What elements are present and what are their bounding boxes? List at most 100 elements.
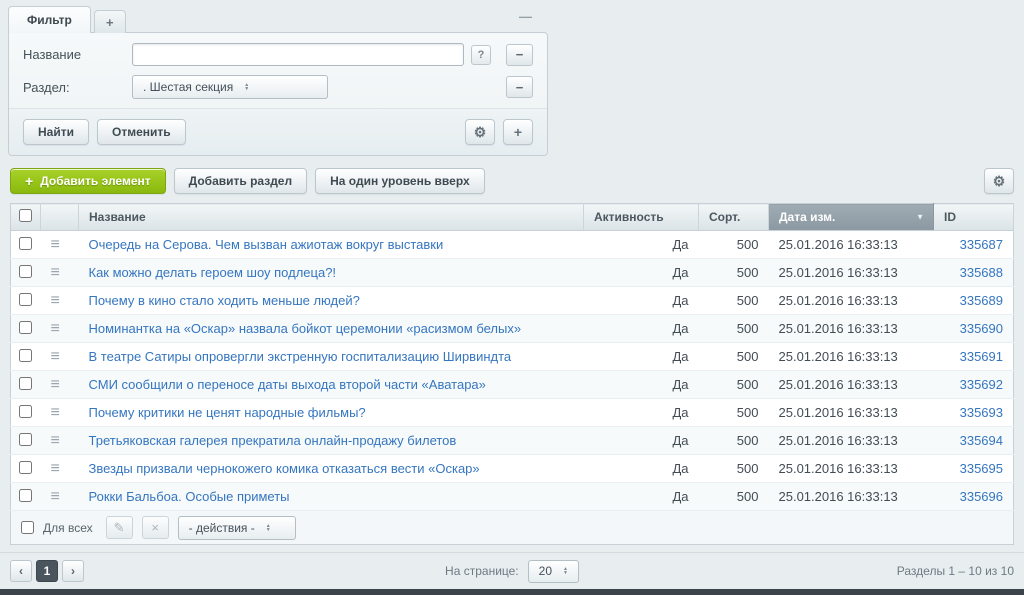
row-menu-icon[interactable]: ≡ xyxy=(51,404,60,421)
item-title-link[interactable]: Звезды призвали чернокожего комика отказ… xyxy=(89,461,480,476)
delete-rows-button[interactable]: × xyxy=(142,516,169,539)
row-checkbox[interactable] xyxy=(19,433,32,446)
row-checkbox[interactable] xyxy=(19,405,32,418)
row-checkbox[interactable] xyxy=(19,377,32,390)
item-id-link[interactable]: 335693 xyxy=(960,405,1003,420)
add-section-button[interactable]: Добавить раздел xyxy=(174,168,307,194)
table-row: ≡ Как можно делать героем шоу подлеца?! … xyxy=(11,259,1014,287)
item-id-link[interactable]: 335694 xyxy=(960,433,1003,448)
level-up-button[interactable]: На один уровень вверх xyxy=(315,168,485,194)
item-id-link[interactable]: 335690 xyxy=(960,321,1003,336)
row-menu-icon[interactable]: ≡ xyxy=(51,348,60,365)
actions-select[interactable]: - действия - ▲▼ xyxy=(178,516,296,540)
row-menu-icon[interactable]: ≡ xyxy=(51,432,60,449)
remove-section-filter-button[interactable]: − xyxy=(506,76,533,98)
item-active-value: Да xyxy=(584,343,699,371)
item-title-link[interactable]: В театре Сатиры опровергли экстренную го… xyxy=(89,349,512,364)
item-id-link[interactable]: 335691 xyxy=(960,349,1003,364)
item-sort-value: 500 xyxy=(699,315,769,343)
find-button[interactable]: Найти xyxy=(23,119,89,145)
add-element-button[interactable]: + Добавить элемент xyxy=(10,168,166,194)
per-page-select[interactable]: 20 ▲▼ xyxy=(528,560,579,583)
row-checkbox[interactable] xyxy=(19,321,32,334)
item-title-link[interactable]: Рокки Бальбоа. Особые приметы xyxy=(89,489,290,504)
remove-name-filter-button[interactable]: − xyxy=(506,44,533,66)
filter-tab[interactable]: Фильтр xyxy=(8,6,91,33)
filter-actions: Найти Отменить ⚙ + xyxy=(9,108,547,155)
filter-body: Название ? − Раздел: . Шестая секция ▲▼ … xyxy=(8,32,548,156)
grid-settings-gear-icon[interactable]: ⚙ xyxy=(984,168,1014,194)
col-header-modified[interactable]: Дата изм. ▼ xyxy=(769,204,934,231)
item-title-link[interactable]: Как можно делать героем шоу подлеца?! xyxy=(89,265,337,280)
current-page-button[interactable]: 1 xyxy=(36,560,58,582)
row-menu-icon[interactable]: ≡ xyxy=(51,292,60,309)
prev-page-button[interactable]: ‹ xyxy=(10,560,32,582)
item-modified-value: 25.01.2016 16:33:13 xyxy=(769,483,934,511)
add-filter-field-button[interactable]: + xyxy=(503,119,533,145)
grid-area: + Добавить элемент Добавить раздел На од… xyxy=(10,168,1014,545)
for-all-checkbox[interactable] xyxy=(21,521,34,534)
item-title-link[interactable]: Номинантка на «Оскар» назвала бойкот цер… xyxy=(89,321,522,336)
row-checkbox[interactable] xyxy=(19,265,32,278)
item-modified-value: 25.01.2016 16:33:13 xyxy=(769,399,934,427)
collapse-filter-icon[interactable]: — xyxy=(519,9,532,24)
select-arrows-icon: ▲▼ xyxy=(244,83,249,91)
filter-tabs: Фильтр + — xyxy=(8,6,548,33)
col-header-id[interactable]: ID xyxy=(934,204,1014,231)
col-header-sort[interactable]: Сорт. xyxy=(699,204,769,231)
item-id-link[interactable]: 335689 xyxy=(960,293,1003,308)
section-select[interactable]: . Шестая секция ▲▼ xyxy=(132,75,328,99)
row-checkbox[interactable] xyxy=(19,293,32,306)
add-filter-tab[interactable]: + xyxy=(94,10,126,33)
filter-settings-gear-icon[interactable]: ⚙ xyxy=(465,119,495,145)
filter-row-name: Название ? − xyxy=(23,43,533,66)
next-page-button[interactable]: › xyxy=(62,560,84,582)
table-row: ≡ Номинантка на «Оскар» назвала бойкот ц… xyxy=(11,315,1014,343)
row-checkbox[interactable] xyxy=(19,489,32,502)
col-header-active[interactable]: Активность xyxy=(584,204,699,231)
item-title-link[interactable]: Почему критики не ценят народные фильмы? xyxy=(89,405,366,420)
item-active-value: Да xyxy=(584,399,699,427)
item-active-value: Да xyxy=(584,259,699,287)
col-header-title[interactable]: Название xyxy=(79,204,584,231)
item-sort-value: 500 xyxy=(699,455,769,483)
item-title-link[interactable]: СМИ сообщили о переносе даты выхода втор… xyxy=(89,377,486,392)
item-id-link[interactable]: 335696 xyxy=(960,489,1003,504)
row-checkbox[interactable] xyxy=(19,237,32,250)
item-modified-value: 25.01.2016 16:33:13 xyxy=(769,371,934,399)
table-row: ≡ Почему в кино стало ходить меньше люде… xyxy=(11,287,1014,315)
row-menu-icon[interactable]: ≡ xyxy=(51,376,60,393)
item-modified-value: 25.01.2016 16:33:13 xyxy=(769,259,934,287)
item-id-link[interactable]: 335692 xyxy=(960,377,1003,392)
name-filter-input[interactable] xyxy=(132,43,464,66)
table-header-row: Название Активность Сорт. Дата изм. ▼ ID xyxy=(11,204,1014,231)
item-active-value: Да xyxy=(584,315,699,343)
item-sort-value: 500 xyxy=(699,399,769,427)
row-menu-icon[interactable]: ≡ xyxy=(51,264,60,281)
item-active-value: Да xyxy=(584,287,699,315)
item-sort-value: 500 xyxy=(699,427,769,455)
row-menu-icon[interactable]: ≡ xyxy=(51,320,60,337)
row-checkbox[interactable] xyxy=(19,349,32,362)
row-menu-icon[interactable]: ≡ xyxy=(51,236,60,253)
select-all-checkbox[interactable] xyxy=(19,209,32,222)
items-table: Название Активность Сорт. Дата изм. ▼ ID… xyxy=(10,203,1014,511)
item-title-link[interactable]: Третьяковская галерея прекратила онлайн-… xyxy=(89,433,457,448)
item-title-link[interactable]: Очередь на Серова. Чем вызван ажиотаж во… xyxy=(89,237,444,252)
item-sort-value: 500 xyxy=(699,287,769,315)
item-active-value: Да xyxy=(584,371,699,399)
row-checkbox[interactable] xyxy=(19,461,32,474)
row-menu-icon[interactable]: ≡ xyxy=(51,488,60,505)
filter-panel: Фильтр + — Название ? − Раздел: . Шестая… xyxy=(8,6,548,156)
col-header-menu xyxy=(41,204,79,231)
item-title-link[interactable]: Почему в кино стало ходить меньше людей? xyxy=(89,293,360,308)
item-id-link[interactable]: 335687 xyxy=(960,237,1003,252)
item-id-link[interactable]: 335695 xyxy=(960,461,1003,476)
item-id-link[interactable]: 335688 xyxy=(960,265,1003,280)
row-menu-icon[interactable]: ≡ xyxy=(51,460,60,477)
edit-rows-button[interactable]: ✎ xyxy=(106,516,133,539)
item-modified-value: 25.01.2016 16:33:13 xyxy=(769,231,934,259)
sort-desc-icon: ▼ xyxy=(916,213,924,222)
help-button[interactable]: ? xyxy=(471,45,491,65)
cancel-button[interactable]: Отменить xyxy=(97,119,186,145)
